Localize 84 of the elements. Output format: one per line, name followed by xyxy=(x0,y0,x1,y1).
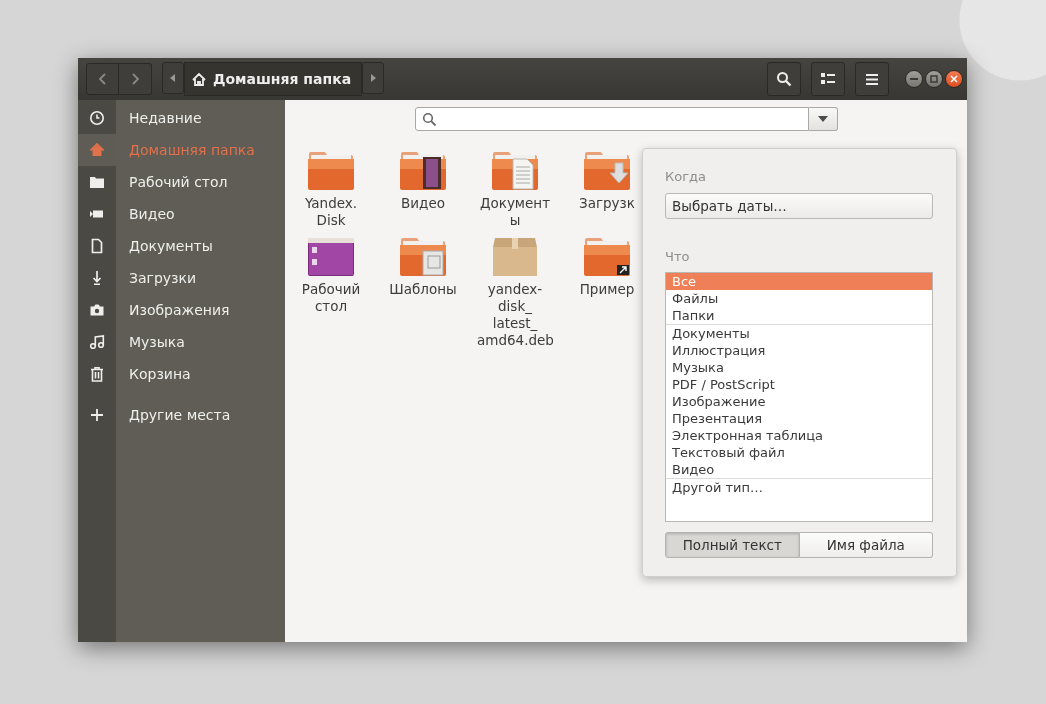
file-item[interactable]: Рабочий стол xyxy=(285,237,377,349)
left-arrow-icon xyxy=(169,73,177,83)
sidebar-item[interactable]: Рабочий стол xyxy=(78,166,285,198)
search-icon xyxy=(422,111,437,127)
camera-icon xyxy=(89,302,105,318)
type-item[interactable]: Файлы xyxy=(666,290,932,307)
back-button[interactable] xyxy=(86,63,119,95)
right-arrow-icon xyxy=(369,73,378,83)
maximize-button[interactable] xyxy=(925,70,943,88)
date-button[interactable]: Выбрать даты… xyxy=(665,193,933,219)
file-name: yandex- disk_ latest_ amd64.deb xyxy=(477,281,553,349)
file-name: Видео xyxy=(400,195,446,212)
file-item[interactable]: yandex- disk_ latest_ amd64.deb xyxy=(469,237,561,349)
file-item[interactable]: Пример xyxy=(561,237,653,349)
plus-icon xyxy=(91,409,103,421)
close-icon xyxy=(950,75,958,83)
minimize-button[interactable] xyxy=(905,70,923,88)
sidebar-item[interactable]: Другие места xyxy=(78,399,285,431)
type-item[interactable]: Иллюстрация xyxy=(666,342,932,359)
search-options-button[interactable] xyxy=(809,107,838,131)
search-field[interactable] xyxy=(415,107,809,131)
home-icon xyxy=(89,142,105,158)
file-item[interactable]: Yandex. Disk xyxy=(285,151,377,229)
type-item[interactable]: Папки xyxy=(666,307,932,324)
path-right-button[interactable] xyxy=(362,62,385,94)
file-name: Yandex. Disk xyxy=(303,195,359,229)
folder-icon xyxy=(583,237,631,277)
file-name: Рабочий стол xyxy=(300,281,362,315)
menu-icon xyxy=(866,73,878,85)
minimize-icon xyxy=(910,78,918,80)
path-button[interactable]: Домашняя папка xyxy=(184,62,363,96)
type-item[interactable]: Изображение xyxy=(666,393,932,410)
view-toggle-button[interactable] xyxy=(811,62,845,96)
sidebar-item[interactable]: Видео xyxy=(78,198,285,230)
sidebar-item[interactable]: Документы xyxy=(78,230,285,262)
file-item[interactable]: Загрузк xyxy=(561,151,653,229)
file-item[interactable]: Шаблоны xyxy=(377,237,469,349)
section-label: Что xyxy=(665,249,690,264)
desktop-folder-icon xyxy=(307,237,355,277)
file-name: Документ ы xyxy=(478,195,552,229)
section-label: Когда xyxy=(665,169,706,184)
type-item[interactable]: Текстовый файл xyxy=(666,444,932,461)
path-left-button[interactable] xyxy=(162,62,184,94)
search-icon xyxy=(776,71,792,87)
folder-icon xyxy=(491,151,539,191)
folder-icon xyxy=(399,151,447,191)
sidebar-item[interactable]: Корзина xyxy=(78,358,285,390)
clock-icon xyxy=(89,110,105,126)
file-item[interactable]: Видео xyxy=(377,151,469,229)
file-name: Загрузк xyxy=(578,195,636,212)
file-item[interactable]: Документ ы xyxy=(469,151,561,229)
file-name: Шаблоны xyxy=(388,281,458,298)
type-item[interactable]: Видео xyxy=(666,461,932,478)
maximize-icon xyxy=(930,75,938,83)
folder-icon xyxy=(307,151,355,191)
home-icon xyxy=(191,71,207,87)
type-item[interactable]: Музыка xyxy=(666,359,932,376)
sidebar-item[interactable]: Изображения xyxy=(78,294,285,326)
search-mode-toggle[interactable]: Полный текст xyxy=(665,532,800,558)
type-item[interactable]: Электронная таблица xyxy=(666,427,932,444)
doc-icon xyxy=(89,238,105,254)
sidebar-item[interactable]: Музыка xyxy=(78,326,285,358)
type-item[interactable]: Документы xyxy=(666,325,932,342)
list-view-icon xyxy=(821,73,835,85)
caret-icon xyxy=(818,116,828,122)
folder-icon xyxy=(399,237,447,277)
forward-button[interactable] xyxy=(119,63,152,95)
search-button[interactable] xyxy=(767,62,801,96)
type-item[interactable]: Презентация xyxy=(666,410,932,427)
package-icon xyxy=(491,237,539,277)
sidebar-item[interactable]: Недавние xyxy=(78,102,285,134)
trash-icon xyxy=(89,366,105,382)
type-item[interactable]: PDF / PostScript xyxy=(666,376,932,393)
music-icon xyxy=(89,334,105,350)
forward-icon xyxy=(130,72,140,86)
file-name: Пример xyxy=(578,281,636,298)
search-mode-toggle[interactable]: Имя файла xyxy=(799,532,933,558)
folder-icon xyxy=(89,174,105,190)
menu-button[interactable] xyxy=(855,62,889,96)
sidebar-item[interactable]: Загрузки xyxy=(78,262,285,294)
close-button[interactable] xyxy=(945,70,963,88)
type-item[interactable]: Другой тип… xyxy=(666,479,932,496)
back-icon xyxy=(97,72,108,86)
folder-icon xyxy=(583,151,631,191)
